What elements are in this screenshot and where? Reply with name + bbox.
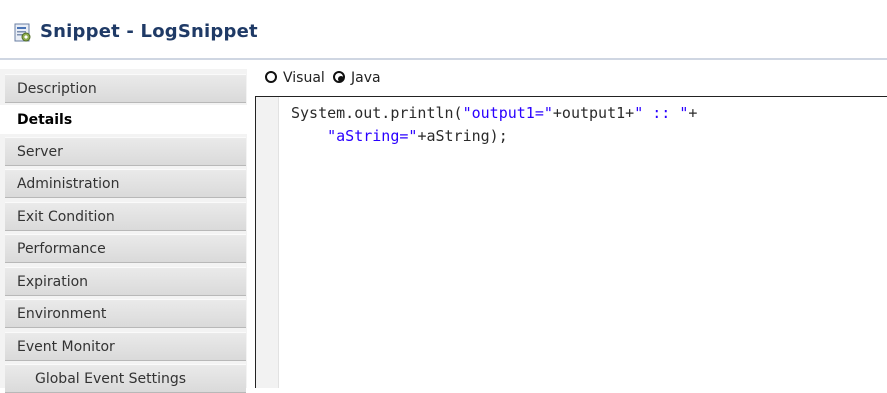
page-title: Snippet - LogSnippet: [40, 21, 258, 42]
sidebar-item-description[interactable]: Description: [5, 74, 246, 103]
sidebar-item-event-monitor[interactable]: Event Monitor: [5, 332, 246, 361]
code-string: " :: ": [634, 104, 689, 122]
code-token: +aString);: [417, 127, 508, 145]
java-radio-label[interactable]: Java: [351, 68, 381, 88]
code-token: System.out.println(: [291, 104, 463, 122]
sidebar-item-administration[interactable]: Administration: [5, 169, 246, 198]
visual-radio-circle[interactable]: [265, 71, 277, 83]
sidebar-item-exit-condition[interactable]: Exit Condition: [5, 202, 246, 231]
code-token: +: [688, 104, 698, 122]
code-line-2: "aString="+aString);: [291, 126, 508, 146]
snippet-icon: [14, 23, 31, 42]
sidebar-item-performance[interactable]: Performance: [5, 234, 246, 263]
sidebar-item-details[interactable]: Details: [0, 105, 247, 134]
editor-gutter: [256, 97, 279, 388]
java-radio-circle[interactable]: [333, 71, 345, 83]
sidebar-item-server[interactable]: Server: [5, 137, 246, 166]
sidebar-item-expiration[interactable]: Expiration: [5, 267, 246, 296]
sidebar-item-global-event-settings[interactable]: Global Event Settings: [5, 364, 246, 393]
radio-selected-dot: [338, 76, 344, 82]
java-code-editor[interactable]: System.out.println("output1="+output1+" …: [255, 96, 887, 388]
visual-radio-label[interactable]: Visual: [283, 68, 325, 88]
details-panel: Visual Java System.out.println("output1=…: [247, 60, 887, 388]
code-string: "output1=": [462, 104, 553, 122]
code-token: +output1+: [552, 104, 635, 122]
sidebar: Description Details Server Administratio…: [0, 69, 247, 393]
sidebar-item-environment[interactable]: Environment: [5, 299, 246, 328]
code-string: "aString=": [327, 127, 418, 145]
code-line-1: System.out.println("output1="+output1+" …: [291, 103, 697, 123]
editor-header: Snippet - LogSnippet: [0, 0, 887, 62]
